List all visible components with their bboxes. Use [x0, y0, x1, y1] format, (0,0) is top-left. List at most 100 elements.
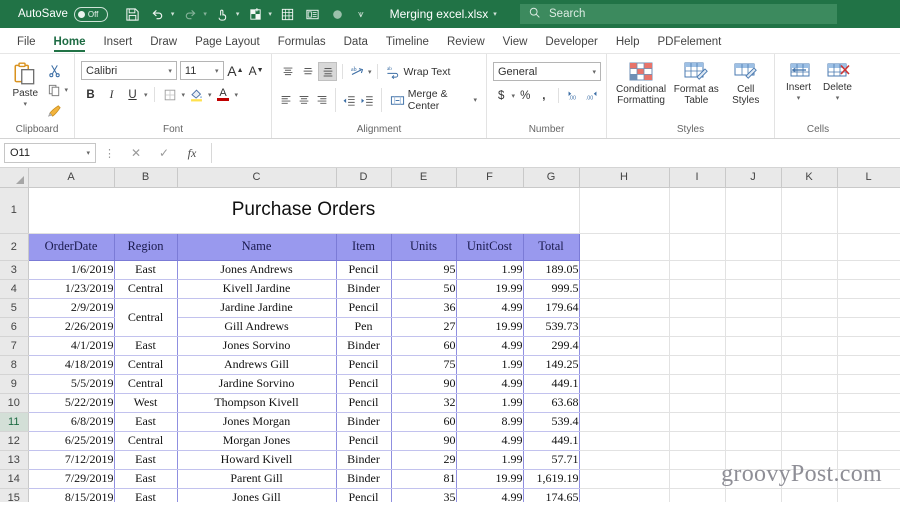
cell-region[interactable]: East: [114, 450, 178, 470]
quick-access-toolbar[interactable]: ▾ ▾ ▾ ▾ ⩛: [122, 3, 366, 25]
delete-cells-button[interactable]: Delete ▾: [820, 58, 855, 102]
table-header-region[interactable]: Region: [114, 232, 178, 261]
cell-name[interactable]: Jones Morgan: [177, 412, 337, 432]
cell-j11[interactable]: [725, 412, 782, 432]
increase-indent-icon[interactable]: [359, 91, 376, 110]
tab-file[interactable]: File: [8, 34, 45, 53]
cell-name[interactable]: Jones Sorvino: [177, 336, 337, 356]
tab-draw[interactable]: Draw: [141, 34, 186, 53]
cell-h10[interactable]: [579, 393, 670, 413]
row-header-8[interactable]: 8: [0, 355, 29, 375]
cell-k13[interactable]: [781, 450, 838, 470]
table-row[interactable]: 11 6/8/2019 East Jones Morgan Binder 60 …: [0, 412, 900, 432]
row-header-10[interactable]: 10: [0, 393, 29, 413]
cell-unitcost[interactable]: 4.99: [456, 336, 524, 356]
cell-item[interactable]: Pencil: [336, 355, 392, 375]
table-header-units[interactable]: Units: [391, 232, 457, 261]
row-header-13[interactable]: 13: [0, 450, 29, 470]
cell-item[interactable]: Binder: [336, 279, 392, 299]
formula-bar-handle[interactable]: ⋮: [98, 147, 121, 160]
cell-h6[interactable]: [579, 317, 670, 337]
align-middle-icon[interactable]: [298, 62, 317, 81]
search-input[interactable]: Search: [520, 4, 837, 24]
tab-help[interactable]: Help: [607, 34, 649, 53]
cell-total[interactable]: 299.4: [523, 336, 580, 356]
cell-item[interactable]: Pencil: [336, 298, 392, 318]
cell-l11[interactable]: [837, 412, 900, 432]
column-header-b[interactable]: B: [114, 168, 178, 188]
sheet-title-cell[interactable]: Purchase Orders: [28, 187, 580, 234]
save-icon[interactable]: [122, 3, 144, 25]
table-row[interactable]: 4 1/23/2019 Central Kivell Jardine Binde…: [0, 279, 900, 299]
cell-region[interactable]: East: [114, 336, 178, 356]
cell-unitcost[interactable]: 19.99: [456, 279, 524, 299]
insert-function-icon[interactable]: fx: [179, 143, 205, 163]
conditional-formatting-button[interactable]: Conditional Formatting: [613, 58, 669, 106]
table-row[interactable]: 12 6/25/2019 Central Morgan Jones Pencil…: [0, 431, 900, 451]
cell-i9[interactable]: [669, 374, 726, 394]
cell-k12[interactable]: [781, 431, 838, 451]
cut-icon[interactable]: [44, 61, 64, 79]
cell-total[interactable]: 57.71: [523, 450, 580, 470]
cell-region[interactable]: West: [114, 393, 178, 413]
number-format-select[interactable]: General ▾: [493, 62, 601, 81]
column-header-row[interactable]: A B C D E F G H I J K L: [0, 168, 900, 188]
cell-j4[interactable]: [725, 279, 782, 299]
format-as-table-button[interactable]: Format as Table: [671, 58, 721, 106]
cell-orderdate[interactable]: 6/25/2019: [28, 431, 115, 451]
row-header-7[interactable]: 7: [0, 336, 29, 356]
cell-l8[interactable]: [837, 355, 900, 375]
row-header-2[interactable]: 2: [0, 233, 29, 261]
new-icon[interactable]: [244, 3, 266, 25]
cell-item[interactable]: Pen: [336, 317, 392, 337]
column-header-j[interactable]: J: [725, 168, 782, 188]
table-row[interactable]: 8 4/18/2019 Central Andrews Gill Pencil …: [0, 355, 900, 375]
cell-j6[interactable]: [725, 317, 782, 337]
table-header-unitcost[interactable]: UnitCost: [456, 232, 524, 261]
cell-item[interactable]: Pencil: [336, 374, 392, 394]
cell-l12[interactable]: [837, 431, 900, 451]
cell-j15[interactable]: [725, 488, 782, 502]
cell-l15[interactable]: [837, 488, 900, 502]
cell-l10[interactable]: [837, 393, 900, 413]
column-header-i[interactable]: I: [669, 168, 726, 188]
font-size-select[interactable]: 11 ▾: [179, 61, 224, 80]
redo-icon[interactable]: [179, 3, 201, 25]
cell-units[interactable]: 29: [391, 450, 457, 470]
cell-unitcost[interactable]: 1.99: [456, 355, 524, 375]
font-color-icon[interactable]: A: [214, 85, 233, 104]
column-header-h[interactable]: H: [579, 168, 670, 188]
column-header-k[interactable]: K: [781, 168, 838, 188]
bold-button[interactable]: B: [81, 85, 100, 104]
table-header-orderdate[interactable]: OrderDate: [28, 232, 115, 261]
cell-name[interactable]: Jardine Jardine: [177, 298, 337, 318]
table-row[interactable]: 13 7/12/2019 East Howard Kivell Binder 2…: [0, 450, 900, 470]
underline-chevron-down-icon[interactable]: ▾: [144, 91, 148, 99]
cell-orderdate[interactable]: 5/22/2019: [28, 393, 115, 413]
italic-button[interactable]: I: [102, 85, 121, 104]
cell-l2[interactable]: [837, 233, 900, 261]
row-header-11[interactable]: 11: [0, 412, 29, 432]
tab-formulas[interactable]: Formulas: [269, 34, 335, 53]
cell-l6[interactable]: [837, 317, 900, 337]
tab-insert[interactable]: Insert: [94, 34, 141, 53]
cell-l7[interactable]: [837, 336, 900, 356]
cell-k1[interactable]: [781, 187, 838, 234]
cell-total[interactable]: 149.25: [523, 355, 580, 375]
cell-orderdate[interactable]: 4/1/2019: [28, 336, 115, 356]
table-row[interactable]: 1 Purchase Orders: [0, 187, 900, 234]
cell-orderdate[interactable]: 4/18/2019: [28, 355, 115, 375]
table-row[interactable]: 5 2/9/2019 Central Jardine Jardine Penci…: [0, 298, 900, 337]
cell-k2[interactable]: [781, 233, 838, 261]
cell-l3[interactable]: [837, 260, 900, 280]
cell-name[interactable]: Jones Gill: [177, 488, 337, 502]
cell-region[interactable]: Central: [114, 431, 178, 451]
cell-unitcost[interactable]: 4.99: [456, 431, 524, 451]
cell-item[interactable]: Binder: [336, 450, 392, 470]
cell-styles-button[interactable]: Cell Styles: [723, 58, 768, 106]
cell-unitcost[interactable]: 4.99: [456, 298, 524, 318]
column-header-d[interactable]: D: [336, 168, 392, 188]
font-color-chevron-down-icon[interactable]: ▾: [235, 91, 239, 99]
align-bottom-icon[interactable]: [318, 62, 337, 81]
underline-button[interactable]: U: [123, 85, 142, 104]
